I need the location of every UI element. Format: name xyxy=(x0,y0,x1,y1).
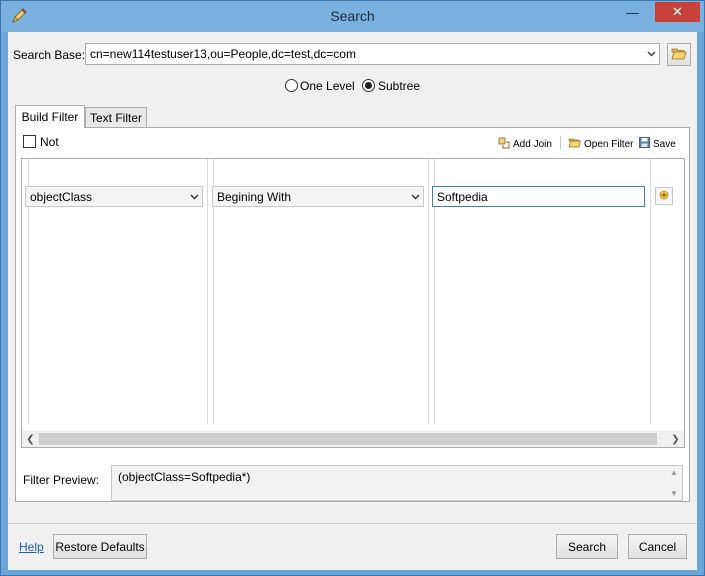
floppy-disk-icon xyxy=(639,137,650,151)
folder-open-icon xyxy=(568,137,581,151)
close-button[interactable]: ✕ xyxy=(655,2,700,22)
subtree-label[interactable]: Subtree xyxy=(378,79,420,93)
folder-open-icon xyxy=(671,47,687,63)
chevron-down-icon[interactable] xyxy=(407,187,423,206)
save-label: Save xyxy=(653,138,676,150)
subtree-radio[interactable] xyxy=(362,79,375,92)
save-button[interactable]: Save xyxy=(639,137,676,151)
filter-grid: objectClass Begining With Softpedia ❮ ❯ xyxy=(21,158,685,448)
one-level-label[interactable]: One Level xyxy=(300,79,355,93)
search-base-combo[interactable]: cn=new114testuser13,ou=People,dc=test,dc… xyxy=(85,43,660,65)
add-condition-button[interactable] xyxy=(655,187,673,205)
not-checkbox[interactable] xyxy=(23,135,36,148)
scroll-up-icon[interactable]: ▲ xyxy=(670,468,678,477)
build-filter-panel: Not Add Join Open Filter Save objectClas… xyxy=(15,127,690,502)
scroll-right-icon[interactable]: ❯ xyxy=(667,431,684,447)
column-divider xyxy=(207,159,208,424)
column-divider xyxy=(428,159,429,424)
toolbar-separator xyxy=(560,136,561,150)
operator-combo[interactable]: Begining With xyxy=(212,186,424,207)
browse-button[interactable] xyxy=(667,43,691,66)
minimize-button[interactable]: — xyxy=(619,2,646,22)
scroll-left-icon[interactable]: ❮ xyxy=(22,431,39,447)
operator-value: Begining With xyxy=(217,189,292,204)
add-join-button[interactable]: Add Join xyxy=(498,137,552,152)
footer-divider xyxy=(8,523,697,524)
search-button[interactable]: Search xyxy=(556,534,618,559)
attribute-value: objectClass xyxy=(30,189,93,204)
scroll-down-icon[interactable]: ▼ xyxy=(670,489,678,498)
tab-build-filter[interactable]: Build Filter xyxy=(15,105,85,128)
help-link[interactable]: Help xyxy=(19,540,44,554)
column-divider xyxy=(650,159,651,424)
cancel-button[interactable]: Cancel xyxy=(628,534,687,559)
restore-defaults-button[interactable]: Restore Defaults xyxy=(53,534,147,559)
one-level-radio[interactable] xyxy=(285,79,298,92)
filter-preview-box: (objectClass=Softpedia*) ▲ ▼ xyxy=(111,465,683,501)
horizontal-scrollbar[interactable]: ❮ ❯ xyxy=(22,431,684,447)
value-text: Softpedia xyxy=(437,189,488,204)
chevron-down-icon[interactable] xyxy=(186,187,202,206)
attribute-combo[interactable]: objectClass xyxy=(25,186,203,207)
add-icon xyxy=(659,189,669,203)
search-dialog: Search — ✕ Search Base: cn=new114testuse… xyxy=(0,0,705,576)
value-input[interactable]: Softpedia xyxy=(432,186,645,207)
tab-text-filter[interactable]: Text Filter xyxy=(85,107,147,127)
open-filter-label: Open Filter xyxy=(584,138,634,150)
search-base-value: cn=new114testuser13,ou=People,dc=test,dc… xyxy=(90,47,356,61)
add-join-icon xyxy=(498,137,510,152)
title-bar[interactable]: Search — ✕ xyxy=(1,1,704,32)
open-filter-button[interactable]: Open Filter xyxy=(568,137,633,151)
scroll-thumb[interactable] xyxy=(39,433,657,445)
filter-preview-text: (objectClass=Softpedia*) xyxy=(118,470,251,484)
chevron-down-icon[interactable] xyxy=(643,44,659,64)
not-label[interactable]: Not xyxy=(40,135,59,149)
add-join-label: Add Join xyxy=(513,139,552,150)
search-base-label: Search Base: xyxy=(13,48,86,62)
dialog-body: Search Base: cn=new114testuser13,ou=Peop… xyxy=(8,32,697,570)
preview-scrollbar[interactable]: ▲ ▼ xyxy=(668,468,680,498)
filter-preview-label: Filter Preview: xyxy=(23,473,100,487)
window-title: Search xyxy=(330,8,375,24)
